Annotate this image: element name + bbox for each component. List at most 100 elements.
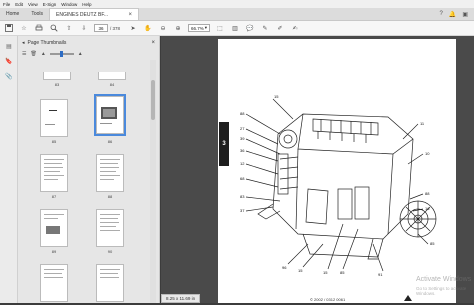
thumbnail-label: 90: [107, 249, 113, 254]
tab-bar: Home Tools ENGINES DEUTZ BF... × ? 🔔 ▣: [0, 8, 474, 21]
menu-esign[interactable]: E-Sign: [43, 2, 57, 7]
thumbnail[interactable]: [40, 209, 68, 247]
chevron-down-icon: ▾: [204, 25, 208, 30]
hand-tool-icon[interactable]: ✋: [143, 23, 153, 33]
page-down-icon[interactable]: ⇩: [79, 23, 89, 33]
pen-icon[interactable]: ✎: [260, 23, 270, 33]
thumb-small-icon: ▲: [40, 51, 46, 57]
callout-label: 88: [240, 111, 245, 116]
thumbnail[interactable]: [40, 264, 68, 302]
zoom-select[interactable]: 66.7% ▾: [188, 24, 211, 32]
scrollbar-thumb[interactable]: [151, 80, 155, 120]
tab-tools[interactable]: Tools: [25, 8, 49, 20]
thumbnail[interactable]: [96, 209, 124, 247]
thumbnail-list: 83 84 85 86 87 88 89 90: [18, 72, 152, 304]
help-icon[interactable]: ?: [440, 11, 443, 17]
activation-watermark-subtitle: Go to Settings to activate Windows.: [416, 286, 467, 296]
thumbnail-selected[interactable]: [94, 94, 126, 136]
select-cursor-icon[interactable]: ➤: [128, 23, 138, 33]
scroll-mode-icon[interactable]: ▥: [230, 23, 240, 33]
page-number-input[interactable]: 36: [94, 24, 108, 32]
thumb-large-icon: ▲: [77, 51, 83, 57]
menu-bar: File Edit View E-Sign Window Help: [0, 0, 474, 8]
callout-label: 15: [298, 268, 303, 273]
thumbnails-panel: ◂ Page Thumbnails × ☰ 🗑 ▲ ▲ 83 84 85 86 …: [18, 36, 160, 303]
thumbnail-label: 87: [51, 194, 57, 199]
thumbnail-size-slider[interactable]: [49, 51, 74, 57]
options-icon[interactable]: ☰: [22, 51, 26, 57]
thumbnail[interactable]: [40, 99, 68, 137]
print-icon[interactable]: [34, 23, 44, 33]
left-rail: ▤ 🔖 📎: [0, 36, 18, 303]
thumbnail[interactable]: [96, 154, 124, 192]
menu-file[interactable]: File: [3, 2, 10, 7]
thumbnails-icon[interactable]: ▤: [4, 41, 14, 51]
chevron-left-icon[interactable]: ◂: [22, 40, 25, 46]
document-viewport: 15 88 27 39 36 12 68 83 37 11 10 88 16 8…: [161, 36, 474, 303]
page-size-label: 8.25 x 11.69 in: [161, 294, 201, 303]
callout-label: 85: [430, 241, 435, 246]
callout-label: 12: [240, 161, 245, 166]
thumbnail-scrollbar[interactable]: [150, 60, 156, 303]
thumbnail-label: 83: [54, 82, 60, 87]
thumbnail-label: 85: [51, 139, 57, 144]
tab-document[interactable]: ENGINES DEUTZ BF... ×: [49, 8, 140, 20]
zoom-value: 66.7%: [191, 25, 204, 31]
callout-label: 11: [420, 121, 425, 126]
callout-label: 37: [240, 208, 245, 213]
callout-label: 27: [240, 126, 245, 131]
zoom-in-icon[interactable]: ⊕: [173, 23, 183, 33]
callout-label: 96: [282, 265, 287, 270]
star-icon[interactable]: ☆: [19, 23, 29, 33]
toolbar: ☆ ⇧ ⇩ 36 / 378 ➤ ✋ ⊖ ⊕ 66.7% ▾ ⬚ ▥ 💬 ✎ ✐…: [0, 21, 474, 36]
menu-view[interactable]: View: [28, 2, 38, 7]
thumbnail[interactable]: [98, 72, 126, 80]
close-panel-icon[interactable]: ×: [151, 40, 155, 46]
menu-edit[interactable]: Edit: [15, 2, 23, 7]
activation-watermark-title: Activate Windows: [416, 276, 472, 283]
menu-help[interactable]: Help: [82, 2, 91, 7]
delete-icon[interactable]: 🗑: [30, 51, 36, 57]
close-icon[interactable]: ×: [129, 12, 133, 18]
callout-label: 91: [378, 272, 383, 277]
thumbnail[interactable]: [40, 154, 68, 192]
thumbnail[interactable]: [96, 264, 124, 302]
menu-window[interactable]: Window: [61, 2, 77, 7]
bookmark-icon[interactable]: 🔖: [4, 56, 14, 66]
callout-label: 15: [274, 94, 279, 99]
callout-label: 39: [240, 136, 245, 141]
callout-label: 10: [425, 151, 430, 156]
bell-icon[interactable]: 🔔: [449, 11, 456, 18]
account-icon[interactable]: ▣: [462, 11, 468, 18]
comment-icon[interactable]: 💬: [245, 23, 255, 33]
thumbnail-label: 89: [51, 249, 57, 254]
attachment-icon[interactable]: 📎: [4, 71, 14, 81]
fit-page-icon[interactable]: ⬚: [215, 23, 225, 33]
panel-title: Page Thumbnails: [27, 39, 67, 46]
thumbnail[interactable]: [43, 72, 71, 80]
thumbnail-label: 88: [107, 194, 113, 199]
slider-knob[interactable]: [59, 51, 63, 57]
callout-label: 83: [240, 194, 245, 199]
tab-home[interactable]: Home: [0, 8, 25, 20]
save-icon[interactable]: [4, 23, 14, 33]
page-up-icon[interactable]: ⇧: [64, 23, 74, 33]
chapter-tab: 3: [219, 122, 229, 166]
sign-icon[interactable]: ✍: [290, 23, 300, 33]
document-page: 15 88 27 39 36 12 68 83 37 11 10 88 16 8…: [218, 39, 456, 303]
page-count: / 378: [110, 25, 121, 31]
highlight-icon[interactable]: ✐: [275, 23, 285, 33]
tab-document-label: ENGINES DEUTZ BF...: [56, 11, 108, 18]
search-icon[interactable]: [49, 23, 59, 33]
thumbnail-label: 84: [109, 82, 115, 87]
thumbnail-label: 86: [107, 139, 113, 144]
logo-icon: [404, 295, 412, 301]
zoom-out-icon[interactable]: ⊖: [158, 23, 168, 33]
engine-illustration: [245, 98, 437, 272]
callout-label: 15: [323, 270, 328, 275]
callout-label: 16: [425, 206, 430, 211]
callout-label: 68: [240, 176, 245, 181]
callout-label: 88: [425, 191, 430, 196]
callout-label: 85: [340, 270, 345, 275]
callout-label: 36: [240, 148, 245, 153]
